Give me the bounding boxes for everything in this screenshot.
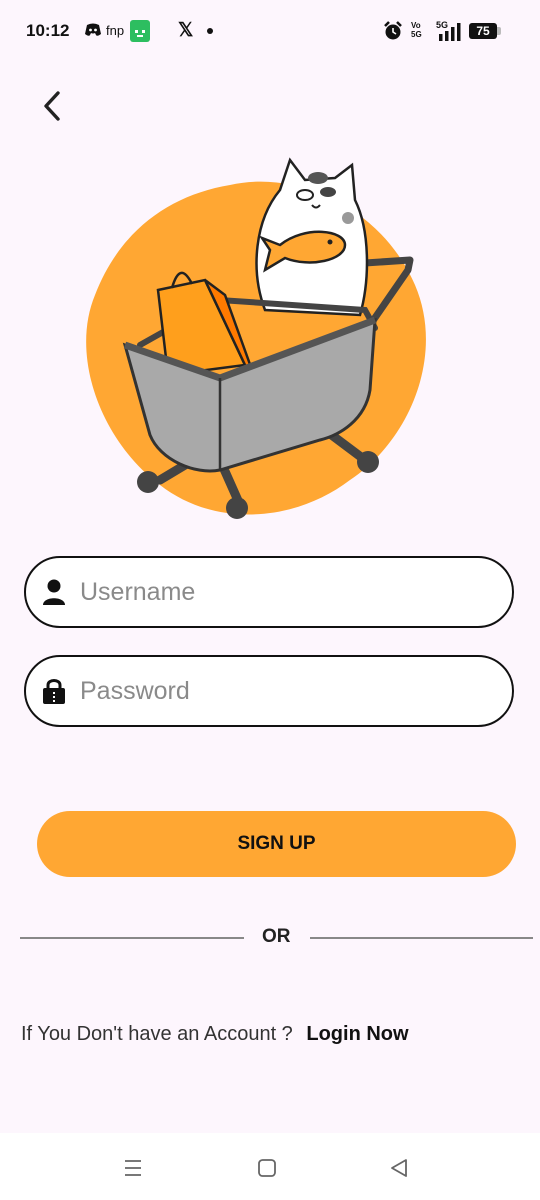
- battery-icon: 75: [469, 23, 497, 39]
- x-icon: 𝕏: [178, 20, 194, 41]
- or-label: OR: [262, 926, 291, 947]
- back-triangle-icon[interactable]: [386, 1155, 412, 1181]
- divider-right: [310, 937, 533, 939]
- signal-icon: 5G: [436, 20, 461, 41]
- dot-icon: [207, 28, 213, 34]
- battery-tip: [497, 27, 501, 35]
- username-input[interactable]: [80, 577, 512, 607]
- discord-icon: [85, 23, 101, 36]
- status-time: 10:12: [26, 21, 70, 40]
- wechat-icon: [130, 20, 150, 42]
- home-icon[interactable]: [254, 1155, 280, 1181]
- password-input[interactable]: [80, 676, 512, 706]
- user-icon: [40, 577, 68, 607]
- divider-left: [20, 937, 244, 939]
- login-now-link[interactable]: Login Now: [306, 1023, 408, 1045]
- menu-icon[interactable]: [120, 1155, 146, 1181]
- fnp-icon: fnp: [106, 23, 125, 38]
- status-bar: 10:12 fnp 𝕏 Vo 5G 5G 75: [0, 0, 540, 62]
- password-field[interactable]: [24, 655, 514, 727]
- alarm-icon: [384, 21, 402, 40]
- back-button[interactable]: [34, 86, 70, 126]
- chevron-left-icon: [44, 91, 60, 121]
- signup-button[interactable]: SIGN UP: [37, 811, 516, 877]
- svg-text:5G: 5G: [436, 20, 448, 30]
- account-prompt-row: If You Don't have an Account ? Login Now: [21, 1023, 409, 1046]
- account-prompt-text: If You Don't have an Account ?: [21, 1023, 293, 1045]
- cat-shopping-cart-illustration: [86, 157, 426, 519]
- lock-icon: [40, 676, 68, 706]
- volte-icon: Vo 5G: [411, 21, 422, 39]
- username-field[interactable]: [24, 556, 514, 628]
